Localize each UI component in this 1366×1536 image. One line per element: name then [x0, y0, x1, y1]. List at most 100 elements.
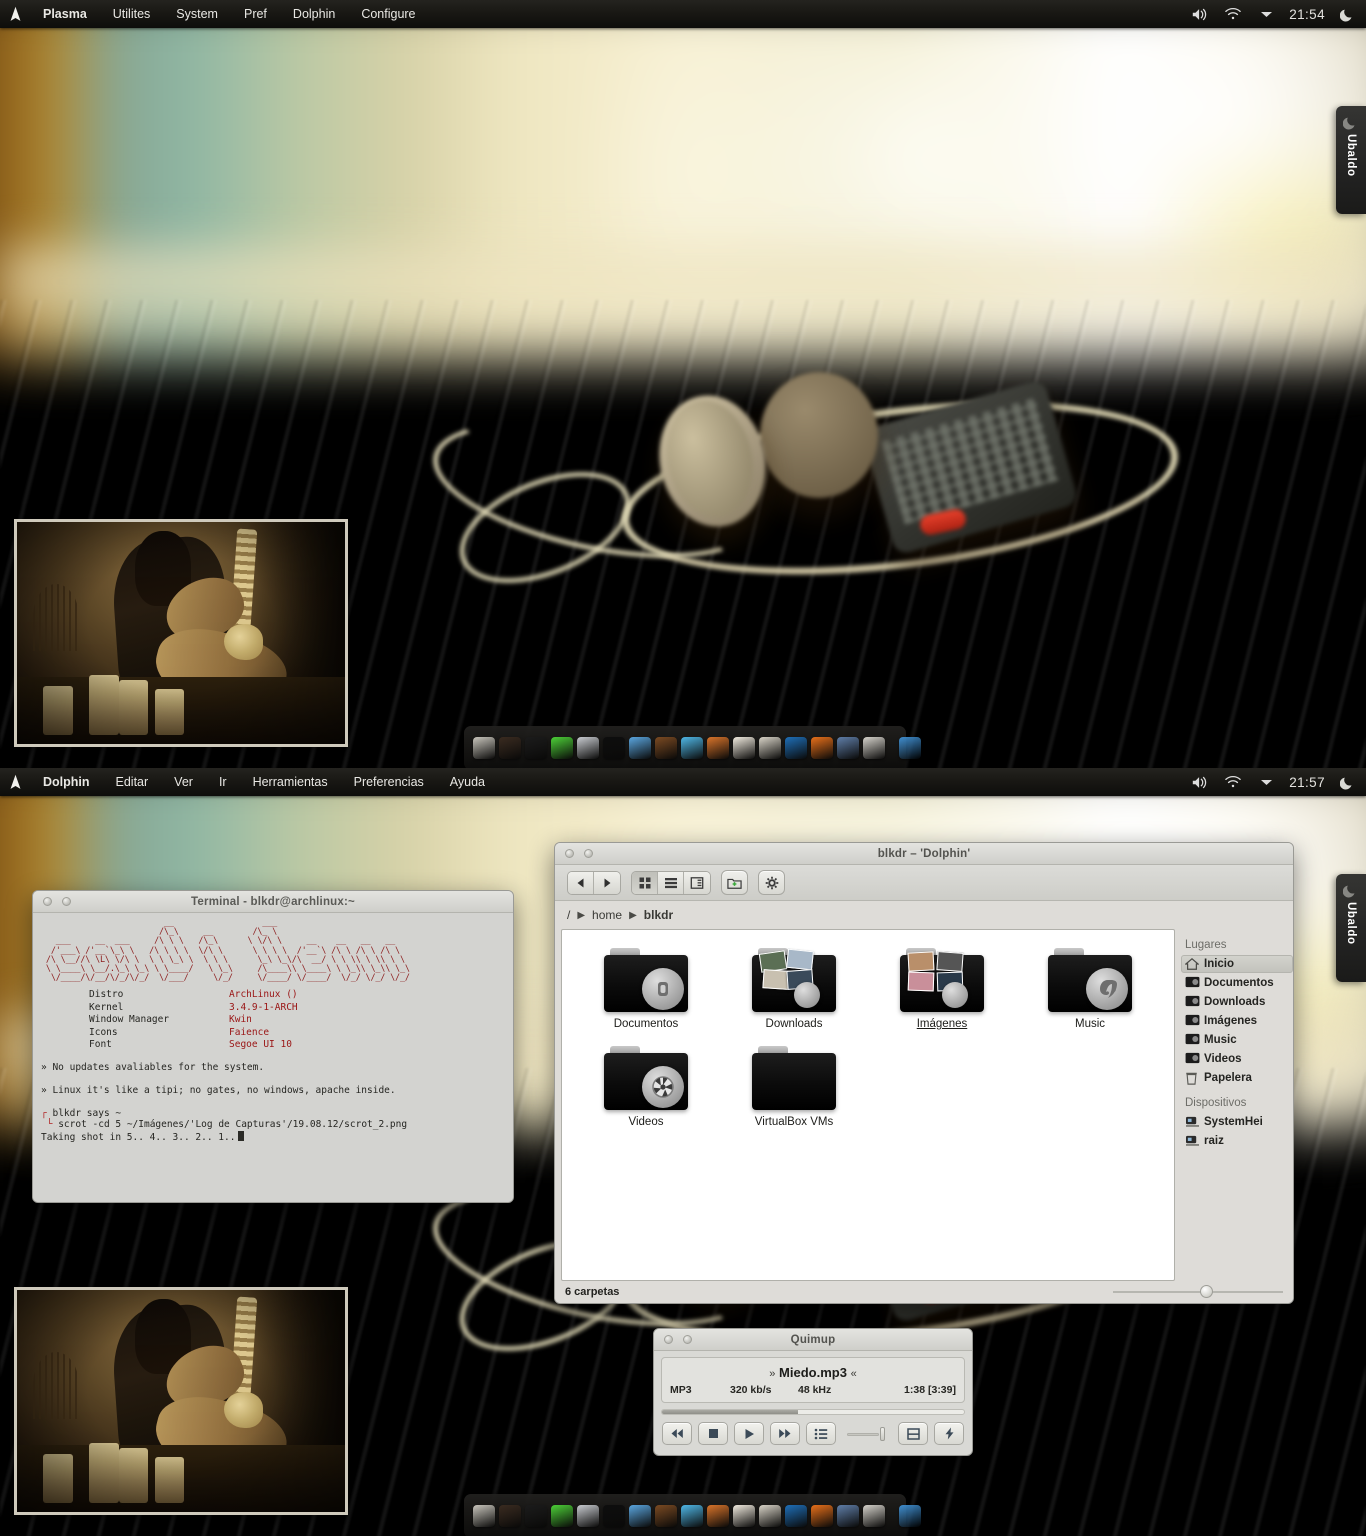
system-monitor-icon[interactable] [499, 737, 521, 759]
bottom-menu-ir[interactable]: Ir [206, 768, 240, 796]
play-icon[interactable] [734, 1422, 764, 1445]
firefox-icon[interactable] [811, 1505, 833, 1527]
bottom-menu-dolphin[interactable]: Dolphin [30, 768, 103, 796]
dock-bottom[interactable] [464, 1494, 921, 1536]
previous-track-icon[interactable] [662, 1422, 692, 1445]
settings-icon[interactable] [759, 1505, 781, 1527]
list-view-icon[interactable] [658, 871, 684, 894]
lightning-icon[interactable] [785, 737, 807, 759]
tv-icon[interactable] [655, 737, 677, 759]
skype-icon[interactable] [681, 737, 703, 759]
gimp-icon[interactable] [473, 1505, 495, 1527]
breadcrumb-item[interactable]: blkdr [644, 908, 673, 922]
sidebar-item-documentos[interactable]: Documentos [1181, 974, 1293, 992]
top-menu-configure[interactable]: Configure [348, 0, 428, 28]
file-item[interactable]: Videos [572, 1046, 720, 1128]
mouse-icon[interactable] [577, 737, 599, 759]
sidebar-item-papelera[interactable]: Papelera [1181, 1069, 1293, 1087]
archive-icon[interactable] [863, 737, 885, 759]
zoom-slider[interactable] [1113, 1285, 1283, 1299]
device-item-raiz[interactable]: raiz [1181, 1132, 1293, 1150]
file-item[interactable]: Imágenes [868, 948, 1016, 1030]
speaker-icon[interactable] [1190, 773, 1210, 791]
window-icon[interactable] [899, 737, 921, 759]
grid-view-icon[interactable] [632, 871, 658, 894]
quimup-window[interactable]: Quimup » Miedo.mp3 « MP3 320 kb/s 48 kHz… [653, 1328, 973, 1456]
terminal-titlebar[interactable]: Terminal - blkdr@archlinux:~ [33, 891, 513, 913]
gem-icon[interactable] [551, 1505, 573, 1527]
skype-icon[interactable] [681, 1505, 703, 1527]
opera-icon[interactable] [837, 1505, 859, 1527]
forward-arrow-icon[interactable] [594, 871, 620, 894]
window-icon[interactable] [899, 1505, 921, 1527]
file-item[interactable]: Music [1016, 948, 1164, 1030]
terminal-icon[interactable] [525, 1505, 547, 1527]
gimp-icon[interactable] [473, 737, 495, 759]
sidebar-item-music[interactable]: Music [1181, 1031, 1293, 1049]
lightning-icon[interactable] [934, 1422, 964, 1445]
audacity-icon[interactable] [629, 737, 651, 759]
file-view-pane[interactable]: Documentos Downloads Imágenes Music Videos Vi… [561, 929, 1175, 1281]
lightning-icon[interactable] [785, 1505, 807, 1527]
chat-icon[interactable] [603, 737, 625, 759]
gem-icon[interactable] [551, 737, 573, 759]
edge-tab-top[interactable]: Ubaldo [1336, 106, 1366, 214]
quimup-titlebar[interactable]: Quimup [654, 1329, 972, 1351]
notes-icon[interactable] [733, 737, 755, 759]
top-menu-pref[interactable]: Pref [231, 0, 280, 28]
chevron-down-icon[interactable] [1256, 773, 1276, 791]
terminal-window[interactable]: Terminal - blkdr@archlinux:~ __ ___ /\_\… [32, 890, 514, 1203]
device-item-systemhei[interactable]: SystemHei [1181, 1113, 1293, 1131]
archive-icon[interactable] [863, 1505, 885, 1527]
dolphin-window[interactable]: blkdr – 'Dolphin' / ▶ home ▶ blkdr Docum… [554, 842, 1294, 1304]
bottom-menu-ver[interactable]: Ver [161, 768, 206, 796]
bottom-menu-editar[interactable]: Editar [103, 768, 162, 796]
stop-icon[interactable] [698, 1422, 728, 1445]
firefox-icon[interactable] [811, 737, 833, 759]
sidebar-item-imgenes[interactable]: Imágenes [1181, 1012, 1293, 1030]
notes-icon[interactable] [733, 1505, 755, 1527]
chevron-down-icon[interactable] [1256, 5, 1276, 23]
terminal-icon[interactable] [525, 737, 547, 759]
sidebar-item-downloads[interactable]: Downloads [1181, 993, 1293, 1011]
dock-top[interactable] [464, 726, 921, 768]
sublime-icon[interactable] [707, 737, 729, 759]
top-menu-plasma[interactable]: Plasma [30, 0, 100, 28]
edge-tab-bottom[interactable]: Ubaldo [1336, 874, 1366, 982]
bottom-menu-preferencias[interactable]: Preferencias [341, 768, 437, 796]
window-mode-icon[interactable] [898, 1422, 928, 1445]
file-item[interactable]: VirtualBox VMs [720, 1046, 868, 1128]
breadcrumb-item[interactable]: home [592, 908, 622, 922]
file-item[interactable]: Documentos [572, 948, 720, 1030]
wifi-icon[interactable] [1223, 773, 1243, 791]
playlist-icon[interactable] [806, 1422, 836, 1445]
photo-frame-widget[interactable] [14, 1287, 348, 1515]
bottom-menu-herramientas[interactable]: Herramientas [240, 768, 341, 796]
next-track-icon[interactable] [770, 1422, 800, 1445]
sidebar-item-inicio[interactable]: Inicio [1181, 955, 1293, 973]
terminal-body[interactable]: __ ___ /\_\ __ /\_ \ ___ __ ___ /\ \ \ /… [33, 913, 513, 1202]
sidebar-item-videos[interactable]: Videos [1181, 1050, 1293, 1068]
bottom-menu-ayuda[interactable]: Ayuda [437, 768, 498, 796]
back-arrow-icon[interactable] [568, 871, 594, 894]
tv-icon[interactable] [655, 1505, 677, 1527]
top-menu-utilites[interactable]: Utilites [100, 0, 164, 28]
gear-icon[interactable] [758, 870, 785, 895]
top-menu-dolphin[interactable]: Dolphin [280, 0, 348, 28]
opera-icon[interactable] [837, 737, 859, 759]
details-view-icon[interactable] [684, 871, 710, 894]
moon-icon[interactable] [1338, 773, 1358, 791]
new-folder-icon[interactable] [721, 870, 748, 895]
breadcrumb[interactable]: / ▶ home ▶ blkdr [555, 901, 1293, 929]
photo-frame-widget[interactable] [14, 519, 348, 747]
audacity-icon[interactable] [629, 1505, 651, 1527]
settings-icon[interactable] [759, 737, 781, 759]
mouse-icon[interactable] [577, 1505, 599, 1527]
breadcrumb-item[interactable]: / [567, 908, 570, 922]
dolphin-titlebar[interactable]: blkdr – 'Dolphin' [555, 843, 1293, 865]
moon-icon[interactable] [1338, 5, 1358, 23]
top-menu-system[interactable]: System [163, 0, 231, 28]
arch-logo-icon[interactable] [0, 774, 30, 791]
speaker-icon[interactable] [1190, 5, 1210, 23]
system-monitor-icon[interactable] [499, 1505, 521, 1527]
